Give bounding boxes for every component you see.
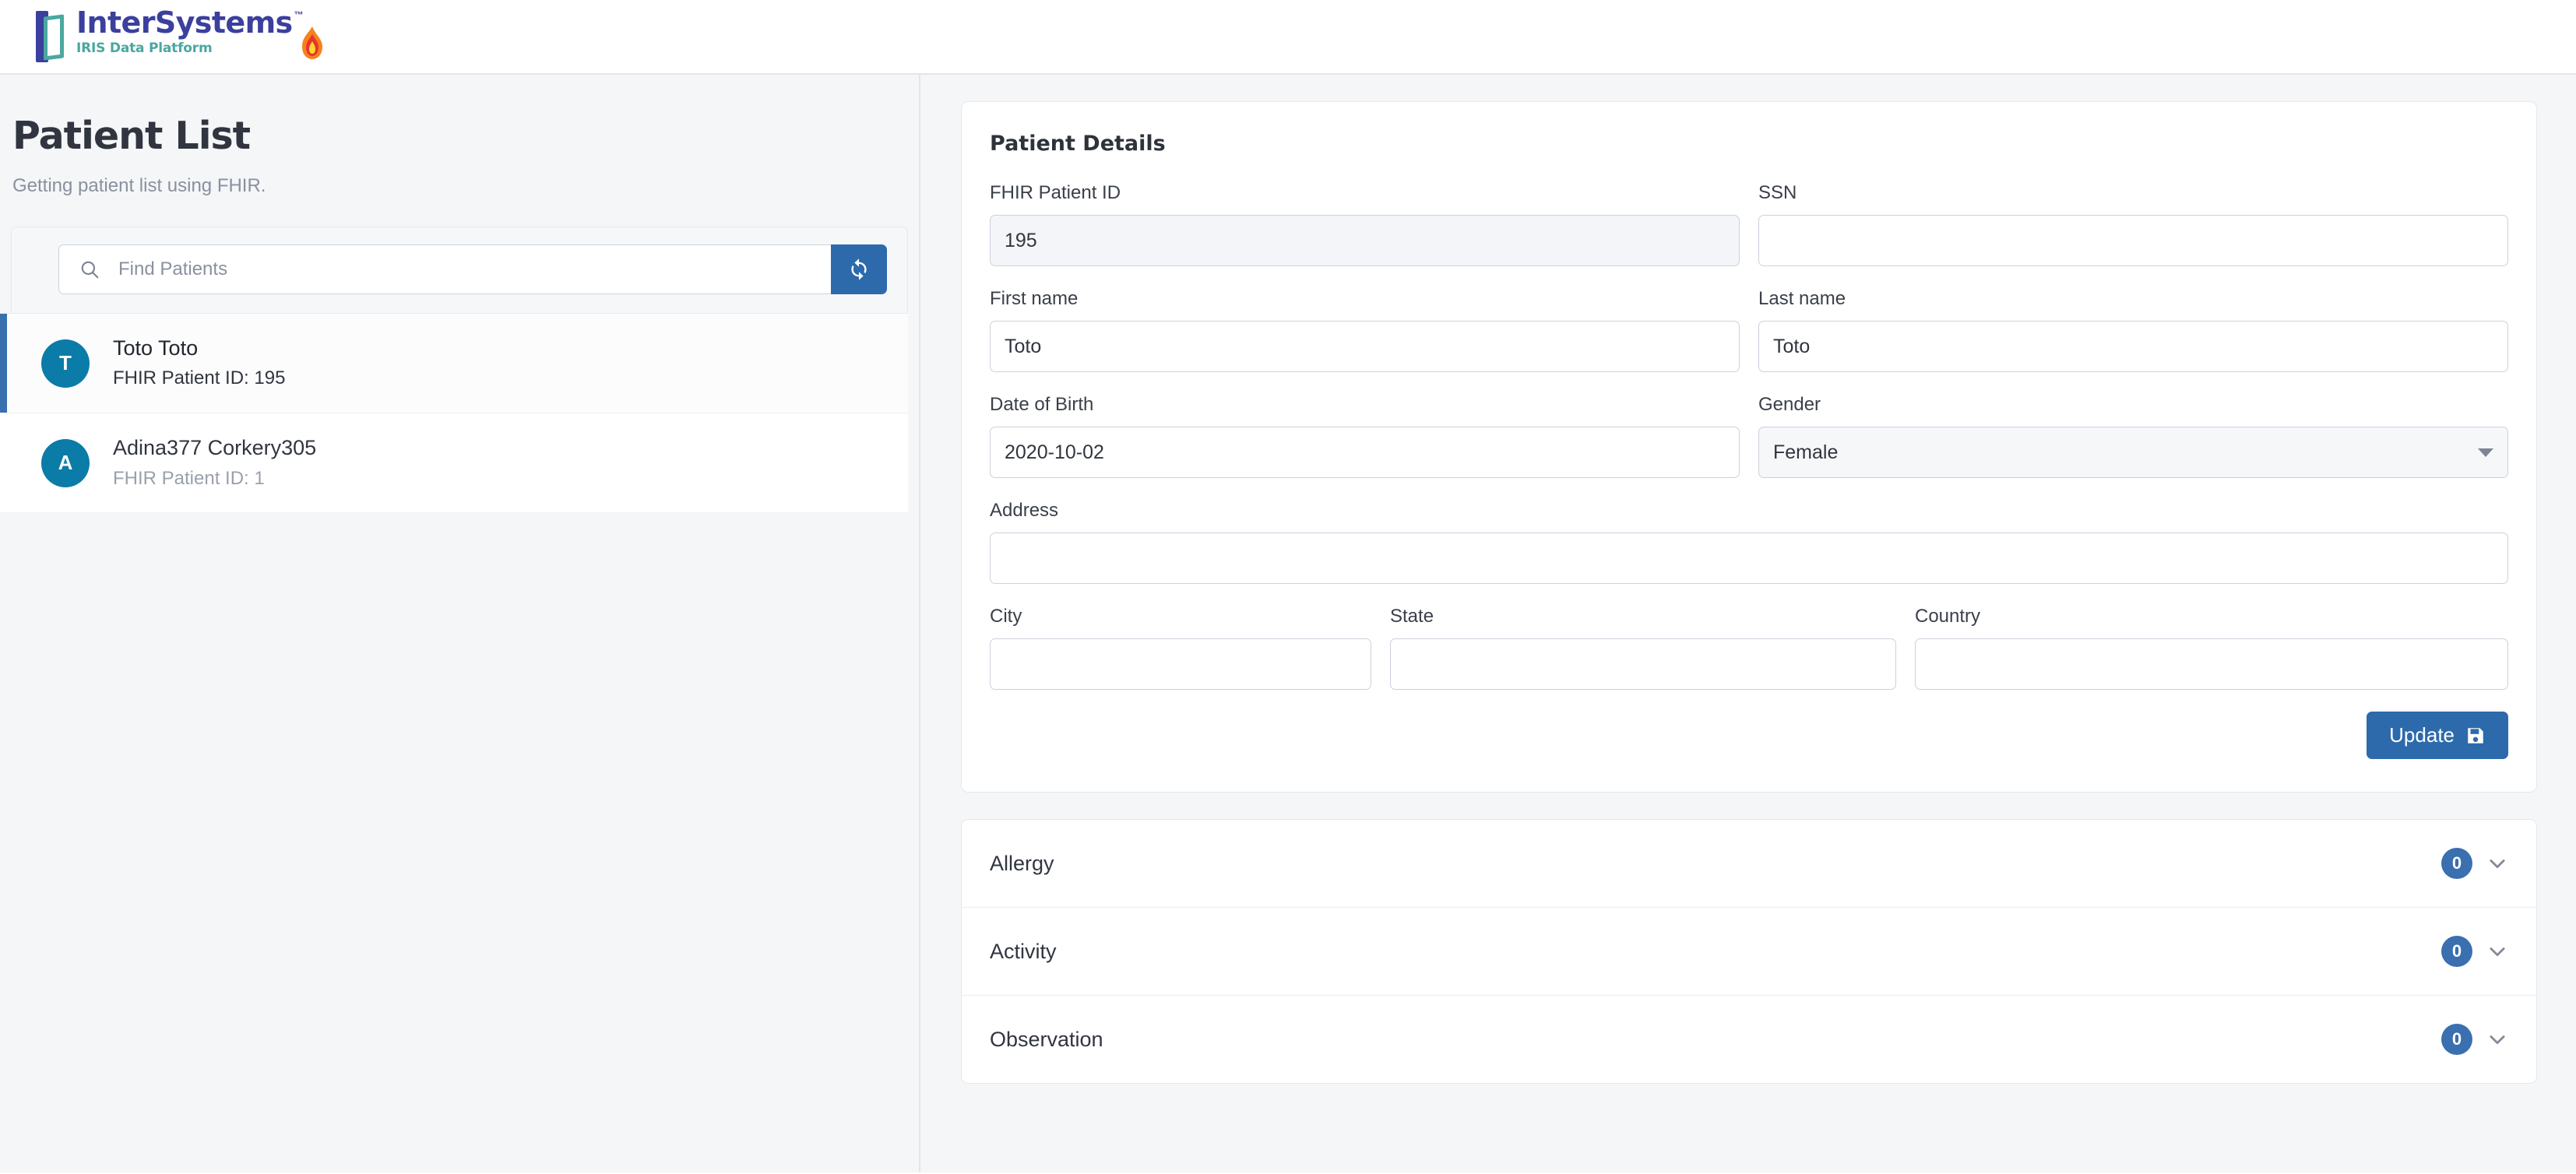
chevron-down-icon [2490,859,2505,869]
row-id-ssn: FHIR Patient ID SSN [990,182,2508,266]
patient-details-title: Patient Details [990,132,1166,156]
chevron-down-icon [2478,448,2493,457]
page-body: Patient List Getting patient list using … [0,75,2576,1172]
first-name-label: First name [990,288,1079,309]
page-subtitle: Getting patient list using FHIR. [12,175,266,196]
accordion-label: Activity [990,939,1057,963]
last-name-label: Last name [1758,288,1846,309]
page-title: Patient List [12,114,251,158]
intersystems-logo: InterSystems ™ IRIS Data Platform [34,8,326,65]
patient-details-main: Patient Details FHIR Patient ID SSN Firs… [920,75,2576,1172]
city-label: City [990,606,1022,627]
flame-icon [301,26,322,59]
chevron-down-icon [2490,947,2505,957]
accordion-item-activity[interactable]: Activity 0 [962,907,2536,995]
search-card [11,227,908,313]
ssn-field[interactable] [1758,215,2508,266]
country-label: Country [1915,606,1981,627]
row-names: First name Last name [990,288,2508,372]
gender-select[interactable]: Female [1758,427,2508,478]
row-city-state-country: City State Country [990,606,2508,690]
update-button[interactable]: Update [2367,712,2508,759]
refresh-icon [851,258,867,280]
patient-list-item-0[interactable]: T Toto Toto FHIR Patient ID: 195 [0,314,908,413]
first-name-field[interactable] [990,321,1740,372]
city-field[interactable] [990,638,1371,690]
patient-list: T Toto Toto FHIR Patient ID: 195 A Adina… [0,313,908,513]
update-button-row: Update [990,712,2508,759]
last-name-field[interactable] [1758,321,2508,372]
patient-fhir-id: FHIR Patient ID: 1 [113,467,265,489]
search-icon [81,261,99,279]
patient-fhir-id: FHIR Patient ID: 195 [113,367,286,389]
gender-label: Gender [1758,394,1821,415]
date-of-birth-field[interactable] [990,427,1740,478]
accordion-label: Allergy [990,851,1054,875]
search-input-group [58,244,887,294]
resource-accordion: Allergy 0 Activity 0 Observation 0 [961,819,2537,1084]
logo-subtitle-text: IRIS Data Platform [76,40,213,56]
trademark-symbol: ™ [294,9,304,20]
patient-list-sidebar: Patient List Getting patient list using … [0,75,920,1172]
address-label: Address [990,500,1059,521]
ssn-label: SSN [1758,182,1797,203]
gender-selected-value: Female [1773,441,1839,463]
row-dob-gender: Date of Birth Gender Female [990,394,2508,478]
date-of-birth-label: Date of Birth [990,394,1094,415]
status-badge: 0 [2441,936,2472,967]
accordion-label: Observation [990,1027,1103,1051]
status-badge: 0 [2441,848,2472,879]
state-field[interactable] [1390,638,1896,690]
state-label: State [1390,606,1434,627]
logo-brand-text: InterSystems [76,5,293,40]
search-field-wrapper[interactable] [58,244,831,294]
country-field[interactable] [1915,638,2508,690]
status-badge: 0 [2441,1024,2472,1055]
search-input[interactable] [117,245,831,294]
patient-name: Toto Toto [113,336,199,360]
avatar: T [41,339,90,388]
patient-list-item-1[interactable]: A Adina377 Corkery305 FHIR Patient ID: 1 [0,413,908,513]
fhir-patient-id-label: FHIR Patient ID [990,182,1121,203]
address-field[interactable] [990,533,2508,584]
patient-details-card: Patient Details FHIR Patient ID SSN Firs… [961,101,2537,793]
chevron-down-icon [2490,1035,2505,1045]
accordion-item-observation[interactable]: Observation 0 [962,995,2536,1083]
patient-name: Adina377 Corkery305 [113,436,317,460]
refresh-button[interactable] [831,244,887,294]
fhir-patient-id-field[interactable] [990,215,1740,266]
avatar: A [41,438,90,487]
accordion-item-allergy[interactable]: Allergy 0 [962,820,2536,907]
update-button-label: Update [2389,723,2455,747]
save-icon [2468,727,2483,743]
app-header: InterSystems ™ IRIS Data Platform [0,0,2576,75]
row-address: Address [990,500,2508,584]
door-logo-icon [34,9,65,64]
